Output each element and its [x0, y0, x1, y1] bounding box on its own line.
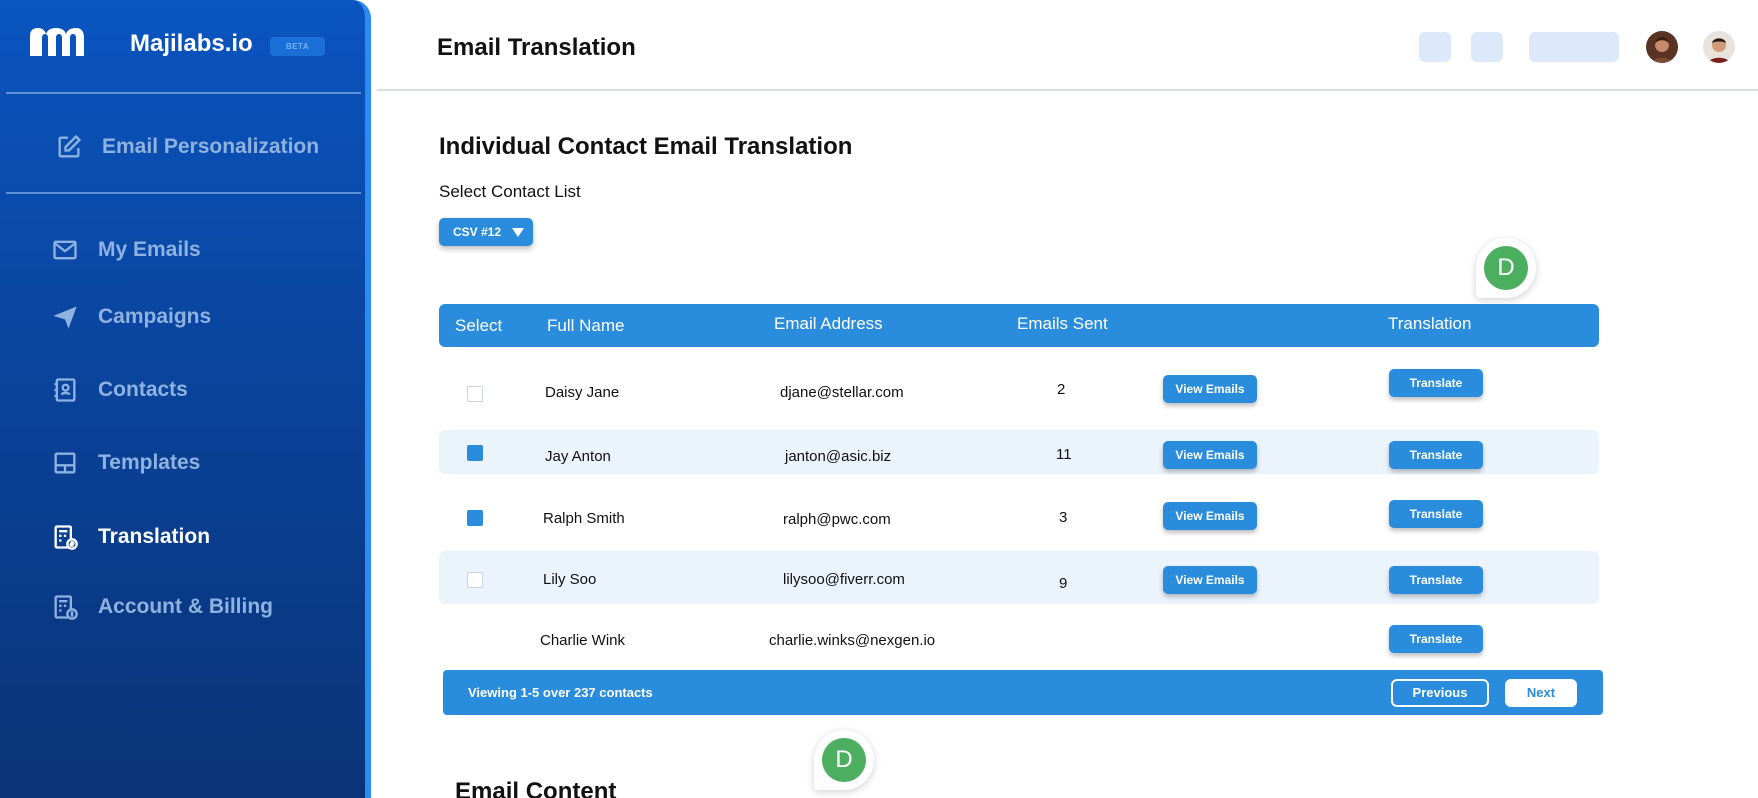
sidebar-item-my-emails[interactable]: My Emails	[50, 230, 201, 270]
email-content-title: Email Content	[455, 778, 617, 798]
translate-button[interactable]: Translate	[1389, 441, 1483, 469]
sidebar-item-label: Campaigns	[98, 305, 212, 328]
avatar-letter: D	[1484, 246, 1528, 290]
translate-button[interactable]: Translate	[1389, 566, 1483, 594]
template-icon	[50, 448, 80, 478]
row-checkbox[interactable]	[467, 572, 483, 588]
row-checkbox[interactable]	[467, 510, 483, 526]
section-title: Individual Contact Email Translation	[439, 133, 853, 160]
translation-icon	[50, 522, 80, 552]
majilabs-logo-icon[interactable]	[26, 22, 86, 62]
cell-full-name: Ralph Smith	[543, 510, 625, 527]
select-contact-list-label: Select Contact List	[439, 182, 581, 201]
cell-emails-sent: 2	[1057, 381, 1066, 398]
cell-email: djane@stellar.com	[780, 384, 904, 401]
header-action-button[interactable]	[1529, 32, 1619, 62]
next-button[interactable]: Next	[1505, 679, 1577, 707]
view-emails-button[interactable]: View Emails	[1163, 375, 1257, 403]
send-icon	[50, 302, 80, 332]
cell-emails-sent: 3	[1059, 509, 1068, 526]
collaborator-avatar[interactable]: D	[1476, 238, 1536, 302]
column-header-email-address: Email Address	[774, 314, 883, 333]
translate-button[interactable]: Translate	[1389, 500, 1483, 528]
sidebar-item-email-personalization[interactable]: Email Personalization	[54, 127, 319, 167]
header-icon-button[interactable]	[1419, 32, 1451, 62]
view-emails-button[interactable]: View Emails	[1163, 502, 1257, 530]
cell-emails-sent: 9	[1059, 575, 1068, 592]
column-header-full-name: Full Name	[547, 316, 625, 335]
cell-full-name: Daisy Jane	[545, 384, 620, 401]
pagination-status: Viewing 1-5 over 237 contacts	[468, 685, 653, 700]
sidebar-item-label: Translation	[98, 525, 211, 548]
row-checkbox[interactable]	[467, 445, 483, 461]
column-header-translation: Translation	[1388, 314, 1472, 333]
page-title: Email Translation	[437, 34, 636, 61]
avatar[interactable]	[1646, 31, 1678, 63]
sidebar-item-contacts[interactable]: Contacts	[50, 370, 188, 410]
cell-email: ralph@pwc.com	[783, 511, 891, 528]
sidebar-item-label: Templates	[98, 451, 201, 474]
pagination-bar: Viewing 1-5 over 237 contacts Previous N…	[443, 670, 1603, 715]
cell-emails-sent: 11	[1056, 446, 1072, 463]
sidebar-item-campaigns[interactable]: Campaigns	[50, 297, 211, 337]
top-bar: Email Translation	[377, 0, 1758, 91]
sidebar-item-templates[interactable]: Templates	[50, 443, 200, 483]
caret-down-icon	[512, 228, 524, 237]
cell-full-name: Lily Soo	[543, 571, 597, 588]
sidebar: Majilabs.io BETA Email Personalization M…	[0, 0, 371, 798]
collaborator-avatar[interactable]: D	[814, 730, 874, 794]
column-header-select: Select	[455, 316, 503, 335]
translate-button[interactable]: Translate	[1389, 369, 1483, 397]
view-emails-button[interactable]: View Emails	[1163, 566, 1257, 594]
translate-button[interactable]: Translate	[1389, 625, 1483, 653]
header-icon-button[interactable]	[1471, 32, 1503, 62]
row-checkbox[interactable]	[467, 386, 483, 402]
dropdown-value: CSV #12	[453, 225, 502, 239]
sidebar-item-label: Contacts	[98, 378, 188, 401]
sidebar-divider	[6, 192, 361, 194]
sidebar-item-translation[interactable]: Translation	[50, 517, 210, 557]
avatar[interactable]	[1703, 31, 1735, 63]
cell-email: lilysoo@fiverr.com	[783, 571, 905, 588]
mail-icon	[50, 235, 80, 265]
cell-full-name: Charlie Wink	[540, 632, 626, 649]
sidebar-item-label: Email Personalization	[102, 135, 320, 158]
contacts-icon	[50, 375, 80, 405]
contact-list-dropdown[interactable]: CSV #12	[439, 218, 533, 246]
brand-name: Majilabs.io	[130, 30, 253, 57]
cell-email: janton@asic.biz	[785, 448, 892, 465]
sidebar-divider	[6, 92, 361, 94]
cell-email: charlie.winks@nexgen.io	[769, 632, 936, 649]
sidebar-item-label: Account & Billing	[98, 595, 273, 618]
billing-icon	[50, 592, 80, 622]
column-header-emails-sent: Emails Sent	[1017, 314, 1108, 333]
sidebar-item-label: My Emails	[98, 238, 201, 261]
previous-button[interactable]: Previous	[1391, 679, 1489, 707]
view-emails-button[interactable]: View Emails	[1163, 441, 1257, 469]
edit-icon	[54, 132, 84, 162]
avatar-letter: D	[822, 738, 866, 782]
beta-badge: BETA	[270, 37, 325, 56]
sidebar-item-account-billing[interactable]: Account & Billing	[50, 587, 273, 627]
cell-full-name: Jay Anton	[545, 448, 611, 465]
table-header: Select Full Name Email Address Emails Se…	[439, 304, 1599, 347]
